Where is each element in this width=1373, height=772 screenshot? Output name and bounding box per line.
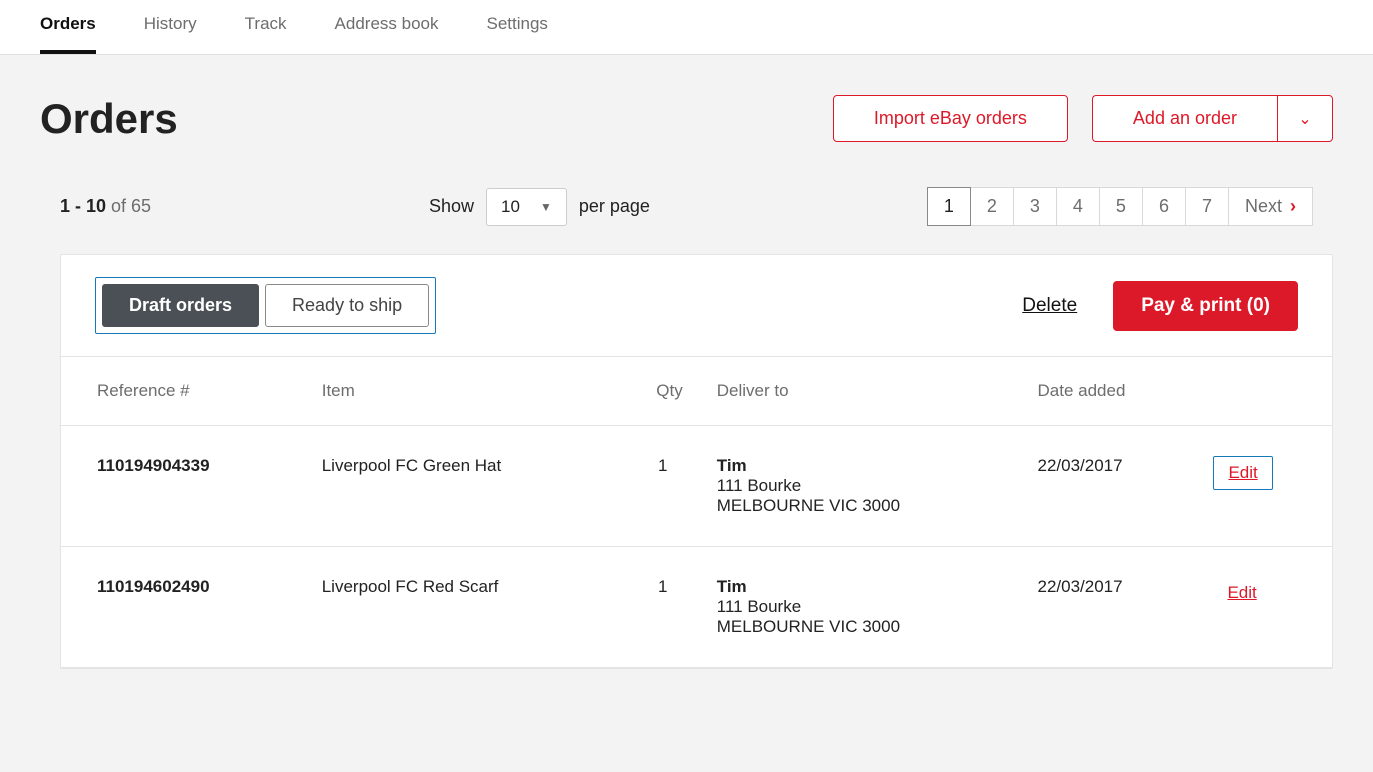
deliver-cell: Tim111 BourkeMELBOURNE VIC 3000 [703, 547, 1024, 668]
page-2[interactable]: 2 [970, 187, 1014, 226]
item-cell: Liverpool FC Green Hat [308, 426, 623, 547]
page-next[interactable]: Next › [1228, 187, 1313, 226]
page-6[interactable]: 6 [1142, 187, 1186, 226]
filter-draft-orders[interactable]: Draft orders [102, 284, 259, 327]
chevron-right-icon: › [1290, 196, 1296, 217]
page-5[interactable]: 5 [1099, 187, 1143, 226]
add-order-button[interactable]: Add an order [1092, 95, 1277, 142]
page-title: Orders [40, 95, 178, 143]
date-cell: 22/03/2017 [1024, 426, 1200, 547]
show-select[interactable]: 10 ▼ [486, 188, 567, 226]
next-label: Next [1245, 196, 1282, 217]
reference-cell: 110194904339 [61, 426, 308, 547]
nav-tab-orders[interactable]: Orders [40, 0, 96, 54]
item-cell: Liverpool FC Red Scarf [308, 547, 623, 668]
page-4[interactable]: 4 [1056, 187, 1100, 226]
col-header: Item [308, 357, 623, 426]
page-1[interactable]: 1 [927, 187, 971, 226]
edit-cell: Edit [1199, 426, 1332, 547]
nav-tab-address-book[interactable]: Address book [335, 0, 439, 54]
show-per-page: Show 10 ▼ per page [429, 188, 650, 226]
import-ebay-button[interactable]: Import eBay orders [833, 95, 1068, 142]
delete-link[interactable]: Delete [1022, 295, 1077, 317]
pagination: 1234567Next › [928, 187, 1313, 226]
edit-cell: Edit [1199, 547, 1332, 668]
qty-cell: 1 [623, 426, 703, 547]
qty-cell: 1 [623, 547, 703, 668]
col-header: Date added [1024, 357, 1200, 426]
show-value: 10 [501, 197, 520, 217]
page-7[interactable]: 7 [1185, 187, 1229, 226]
pay-print-button[interactable]: Pay & print (0) [1113, 281, 1298, 331]
col-header [1199, 357, 1332, 426]
page-3[interactable]: 3 [1013, 187, 1057, 226]
nav-tabs: Orders History Track Address book Settings [0, 0, 1373, 55]
col-header: Reference # [61, 357, 308, 426]
caret-down-icon: ▼ [540, 200, 552, 214]
chevron-down-icon: ⌄ [1298, 109, 1311, 129]
edit-link[interactable]: Edit [1213, 456, 1272, 490]
per-page-label: per page [579, 196, 650, 217]
col-header: Qty [623, 357, 703, 426]
add-order-dropdown[interactable]: ⌄ [1277, 95, 1333, 142]
deliver-cell: Tim111 BourkeMELBOURNE VIC 3000 [703, 426, 1024, 547]
nav-tab-track[interactable]: Track [245, 0, 287, 54]
range-text: 1 - 10 of 65 [60, 196, 151, 217]
col-header: Deliver to [703, 357, 1024, 426]
filter-ready-to-ship[interactable]: Ready to ship [265, 284, 429, 327]
reference-cell: 110194602490 [61, 547, 308, 668]
table-row: 110194904339Liverpool FC Green Hat1Tim11… [61, 426, 1332, 547]
header-actions: Import eBay orders Add an order ⌄ [833, 95, 1333, 142]
filter-tabs: Draft orders Ready to ship [95, 277, 436, 334]
date-cell: 22/03/2017 [1024, 547, 1200, 668]
show-label: Show [429, 196, 474, 217]
nav-tab-settings[interactable]: Settings [486, 0, 547, 54]
orders-card: Draft orders Ready to ship Delete Pay & … [60, 254, 1333, 669]
edit-link[interactable]: Edit [1213, 577, 1270, 609]
orders-table: Reference #ItemQtyDeliver toDate added 1… [61, 357, 1332, 668]
table-row: 110194602490Liverpool FC Red Scarf1Tim11… [61, 547, 1332, 668]
nav-tab-history[interactable]: History [144, 0, 197, 54]
